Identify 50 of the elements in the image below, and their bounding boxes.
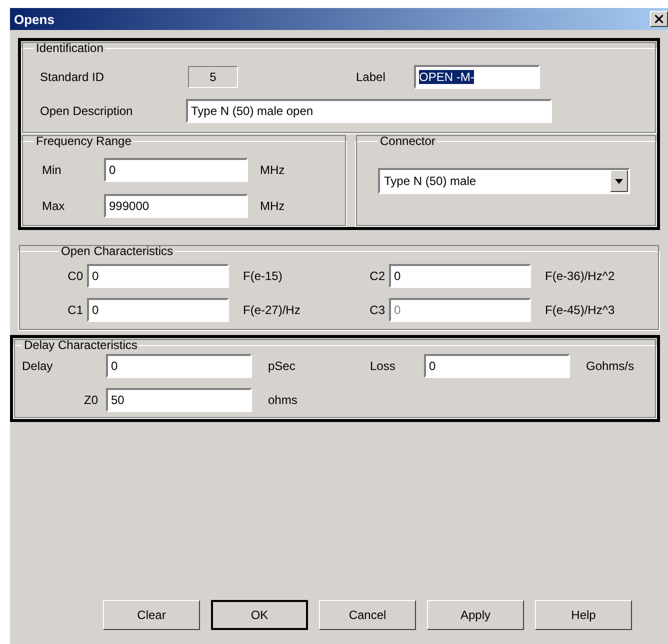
- field-label: C2: [368, 269, 385, 283]
- unit-label: F(e-36)/Hz^2: [544, 269, 616, 283]
- group-title: Delay Characteristics: [23, 338, 138, 352]
- group-title: Frequency Range: [35, 134, 132, 148]
- dialog-button[interactable]: Cancel: [319, 600, 416, 630]
- field-label: Min: [41, 163, 62, 177]
- frequency-field[interactable]: 999000: [104, 194, 248, 218]
- unit-label: Gohms/s: [585, 359, 636, 373]
- unit-label: ohms: [267, 393, 298, 407]
- field-value: OPEN -M-: [419, 70, 474, 84]
- group-title: Connector: [379, 134, 436, 148]
- id-value: 5: [188, 66, 238, 88]
- dropdown-value: Type N (50) male: [384, 174, 476, 188]
- field-label: C0: [66, 269, 83, 283]
- unit-label: MHz: [260, 199, 285, 213]
- description-field[interactable]: Type N (50) male open: [186, 99, 552, 123]
- delay-field[interactable]: 0: [106, 354, 252, 378]
- unit-label: F(e-15): [242, 269, 284, 283]
- coefficient-field[interactable]: 0: [87, 298, 229, 322]
- close-icon: [655, 15, 663, 23]
- dialog-button[interactable]: Apply: [427, 600, 524, 630]
- label-field[interactable]: OPEN -M-: [414, 65, 540, 89]
- field-label: Label: [356, 70, 386, 84]
- connector-dropdown[interactable]: Type N (50) male: [378, 168, 630, 194]
- caret-icon: [615, 178, 623, 184]
- field-label: Standard ID: [39, 70, 106, 84]
- dialog-button[interactable]: OK: [211, 600, 308, 630]
- delay-field[interactable]: 50: [106, 388, 252, 412]
- field-label: Delay: [22, 359, 54, 373]
- unit-label: pSec: [267, 359, 296, 373]
- close-button[interactable]: [650, 11, 668, 27]
- unit-label: F(e-27)/Hz: [242, 303, 302, 317]
- dialog-button[interactable]: Clear: [103, 600, 200, 630]
- group-title: Identification: [35, 41, 104, 55]
- dialog-button[interactable]: Help: [535, 600, 632, 630]
- unit-label: MHz: [260, 163, 285, 177]
- field-label: Open Description: [39, 104, 134, 118]
- field-label: Max: [41, 199, 66, 213]
- field-label: C3: [368, 303, 385, 317]
- dropdown-button[interactable]: [610, 170, 628, 192]
- field-label: C1: [66, 303, 83, 317]
- coefficient-field[interactable]: 0: [389, 264, 531, 288]
- group-title: Open Characteristics: [60, 244, 174, 258]
- window-title: Opens: [14, 12, 54, 26]
- frequency-field[interactable]: 0: [104, 158, 248, 182]
- delay-field[interactable]: 0: [424, 354, 570, 378]
- unit-label: F(e-45)/Hz^3: [544, 303, 616, 317]
- field-label: Z0: [82, 393, 99, 407]
- field-label: Loss: [370, 359, 396, 373]
- coefficient-field[interactable]: 0: [87, 264, 229, 288]
